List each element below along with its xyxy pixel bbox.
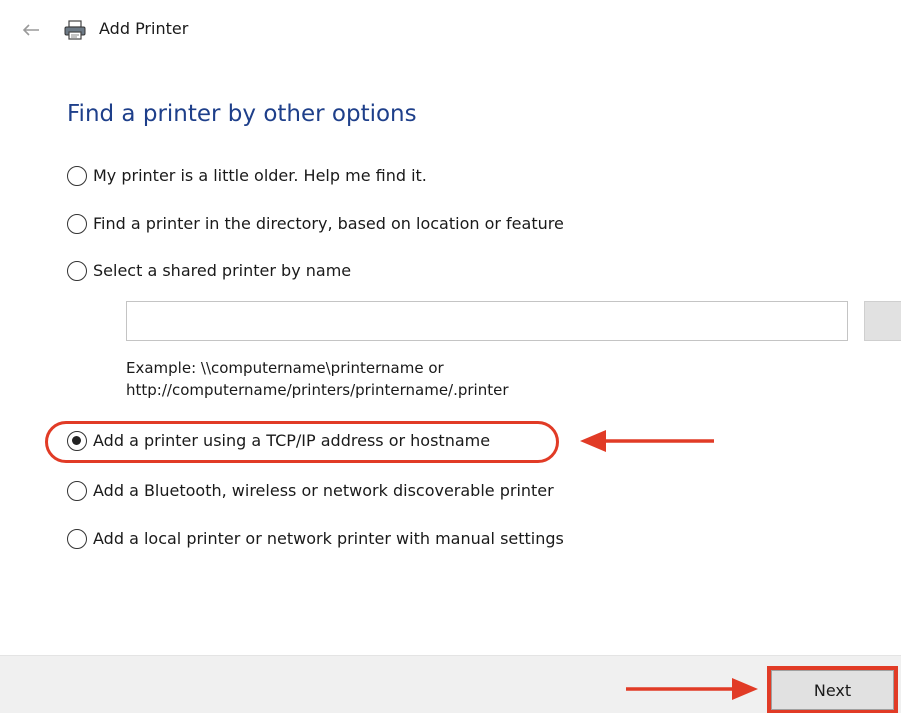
shared-printer-example: Example: \\computername\printername or h…: [126, 357, 509, 401]
option-local-manual[interactable]: Add a local printer or network printer w…: [67, 527, 564, 551]
back-arrow-icon[interactable]: [20, 19, 42, 41]
annotation-highlight-oval: [45, 421, 559, 463]
option-older-printer[interactable]: My printer is a little older. Help me fi…: [67, 164, 427, 188]
option-directory-search[interactable]: Find a printer in the directory, based o…: [67, 212, 564, 236]
radio-button[interactable]: [67, 261, 87, 281]
option-bluetooth-wireless[interactable]: Add a Bluetooth, wireless or network dis…: [67, 479, 554, 503]
option-label: My printer is a little older. Help me fi…: [93, 166, 427, 185]
option-label: Add a Bluetooth, wireless or network dis…: [93, 481, 554, 500]
footer-bar: [0, 655, 901, 713]
example-line: Example: \\computername\printername or: [126, 359, 444, 377]
example-line: http://computername/printers/printername…: [126, 381, 509, 399]
title-bar: Add Printer: [0, 0, 901, 60]
browse-button[interactable]: [864, 301, 901, 341]
radio-button[interactable]: [67, 481, 87, 501]
option-shared-printer[interactable]: Select a shared printer by name: [67, 259, 351, 283]
radio-button[interactable]: [67, 529, 87, 549]
add-printer-dialog: Add Printer Find a printer by other opti…: [0, 0, 901, 713]
radio-button[interactable]: [67, 214, 87, 234]
window-title: Add Printer: [99, 19, 189, 38]
annotation-arrow-left-icon: [580, 430, 714, 452]
option-label: Add a local printer or network printer w…: [93, 529, 564, 548]
next-button[interactable]: Next: [767, 666, 898, 713]
option-label: Select a shared printer by name: [93, 261, 352, 280]
radio-button[interactable]: [67, 166, 87, 186]
shared-printer-name-input[interactable]: [126, 301, 848, 341]
page-heading: Find a printer by other options: [67, 101, 417, 127]
option-label: Find a printer in the directory, based o…: [93, 214, 564, 233]
printer-icon: [64, 20, 86, 40]
annotation-arrow-right-icon: [626, 678, 758, 700]
